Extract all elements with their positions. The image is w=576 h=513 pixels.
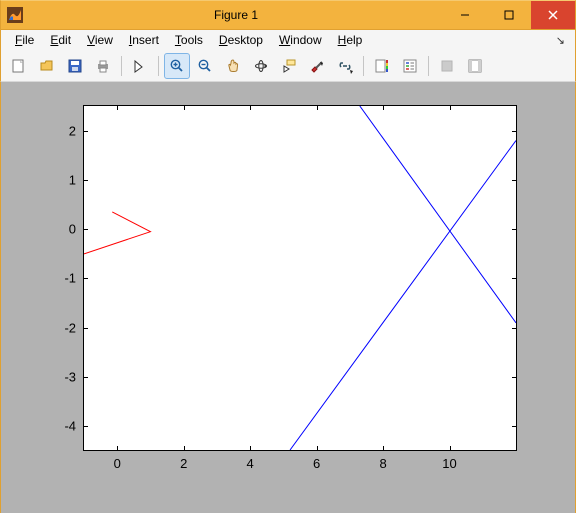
x-tick-label: 10 xyxy=(442,456,456,471)
y-tick xyxy=(84,278,88,279)
minimize-button[interactable] xyxy=(443,1,487,29)
y-tick-label: 1 xyxy=(69,172,76,187)
axes[interactable]: -4-3-2-10120246810 xyxy=(83,105,517,451)
y-tick xyxy=(84,328,88,329)
edit-plot-button[interactable] xyxy=(127,53,153,79)
x-tick-label: 4 xyxy=(247,456,254,471)
y-tick xyxy=(84,180,88,181)
toolbar xyxy=(0,51,576,82)
rotate3d-button[interactable] xyxy=(248,53,274,79)
y-tick-label: -1 xyxy=(64,271,76,286)
x-tick-label: 8 xyxy=(379,456,386,471)
data-cursor-button[interactable] xyxy=(276,53,302,79)
menu-desktop[interactable]: Desktop xyxy=(211,30,271,51)
x-tick xyxy=(383,446,384,450)
menu-insert[interactable]: Insert xyxy=(121,30,167,51)
figure-client-area: -4 -3 -2 -1 0 1 2 0 2 4 6 8 10 xyxy=(0,82,576,513)
save-button[interactable] xyxy=(62,53,88,79)
menu-help[interactable]: Help xyxy=(330,30,371,51)
plot-lines xyxy=(84,106,516,450)
y-tick-label: -3 xyxy=(64,370,76,385)
window-controls xyxy=(443,1,575,29)
zoom-out-button[interactable] xyxy=(192,53,218,79)
menubar: File Edit View Insert Tools Desktop Wind… xyxy=(0,30,576,51)
x-tick-label: 2 xyxy=(180,456,187,471)
x-tick xyxy=(450,446,451,450)
x-tick xyxy=(317,446,318,450)
x-tick-label: 0 xyxy=(114,456,121,471)
menu-file[interactable]: File xyxy=(7,30,42,51)
menu-tools[interactable]: Tools xyxy=(167,30,211,51)
y-tick xyxy=(84,229,88,230)
x-tick xyxy=(184,446,185,450)
pan-button[interactable] xyxy=(220,53,246,79)
hide-plot-tools-button[interactable] xyxy=(434,53,460,79)
x-tick-label: 6 xyxy=(313,456,320,471)
show-plot-tools-button[interactable] xyxy=(462,53,488,79)
series-arrow xyxy=(84,212,150,254)
maximize-button[interactable] xyxy=(487,1,531,29)
y-tick-label: 0 xyxy=(69,222,76,237)
brush-button[interactable] xyxy=(304,53,330,79)
y-tick-label: -4 xyxy=(64,419,76,434)
menu-window[interactable]: Window xyxy=(271,30,330,51)
y-tick-label: -2 xyxy=(64,320,76,335)
close-button[interactable] xyxy=(531,1,575,29)
new-figure-button[interactable] xyxy=(6,53,32,79)
y-tick xyxy=(84,377,88,378)
menu-view[interactable]: View xyxy=(79,30,121,51)
insert-legend-button[interactable] xyxy=(397,53,423,79)
y-tick xyxy=(84,426,88,427)
titlebar: Figure 1 xyxy=(0,0,576,30)
app-icon xyxy=(1,1,29,29)
window-title: Figure 1 xyxy=(29,1,443,29)
open-button[interactable] xyxy=(34,53,60,79)
y-tick xyxy=(84,131,88,132)
x-tick xyxy=(250,446,251,450)
series-line2 xyxy=(360,106,516,323)
zoom-in-button[interactable] xyxy=(164,53,190,79)
menu-edit[interactable]: Edit xyxy=(42,30,79,51)
link-button[interactable] xyxy=(332,53,358,79)
print-button[interactable] xyxy=(90,53,116,79)
dock-controls-icon[interactable]: ↘ xyxy=(556,34,569,47)
series-line1 xyxy=(290,140,516,450)
insert-colorbar-button[interactable] xyxy=(369,53,395,79)
y-tick-label: 2 xyxy=(69,123,76,138)
x-tick xyxy=(117,446,118,450)
